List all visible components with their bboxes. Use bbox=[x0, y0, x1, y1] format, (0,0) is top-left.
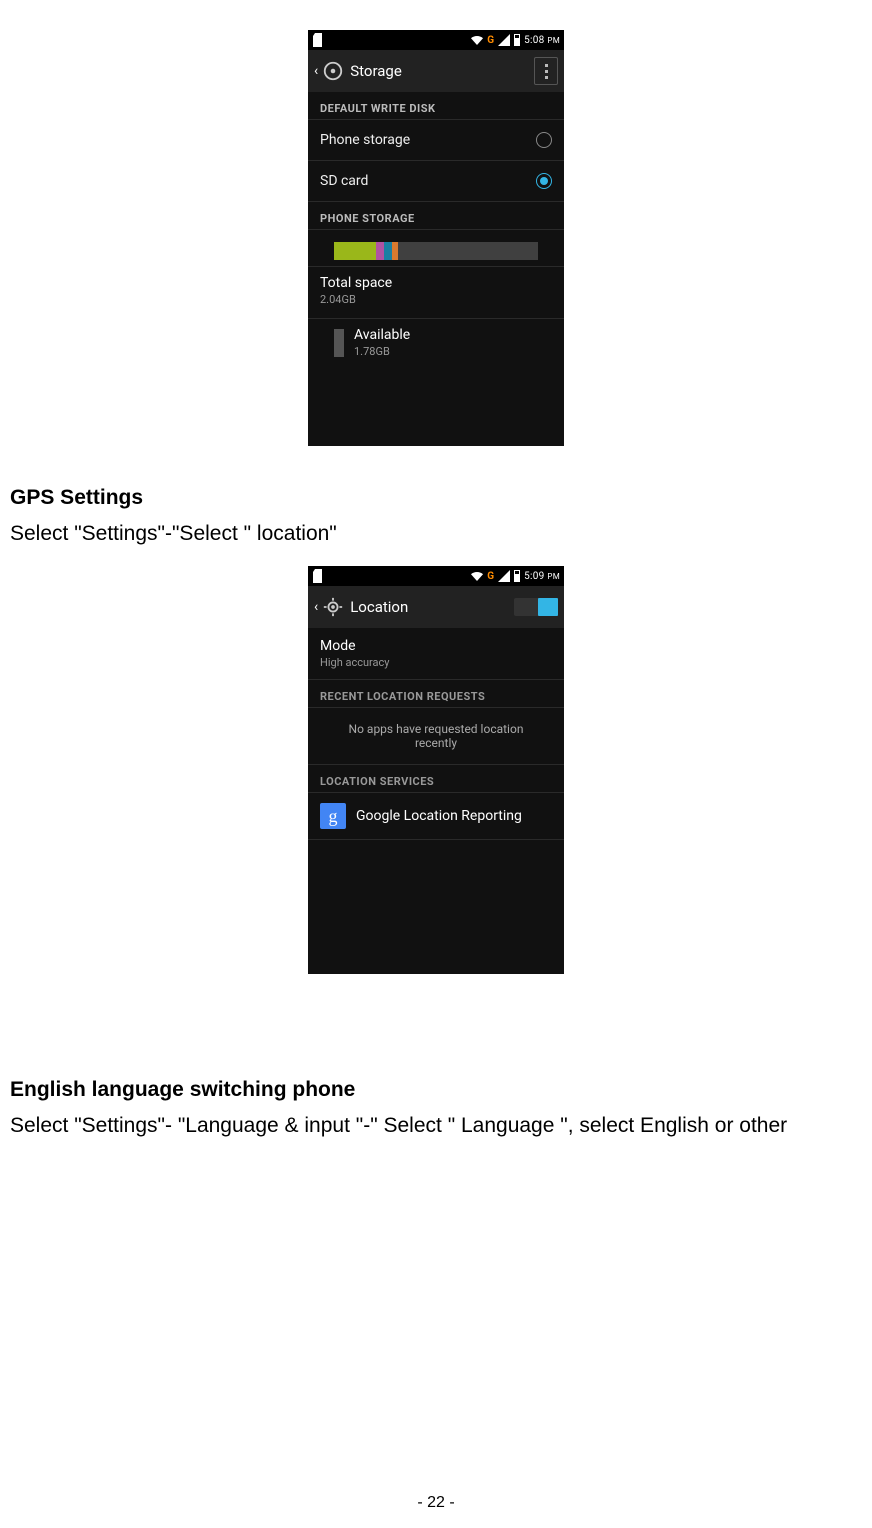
available-swatch bbox=[334, 329, 344, 357]
overflow-menu-button[interactable] bbox=[534, 57, 558, 85]
divider bbox=[308, 839, 564, 840]
storage-icon bbox=[322, 60, 344, 82]
network-type: G bbox=[487, 35, 494, 46]
available-value: 1.78GB bbox=[354, 345, 410, 358]
option-sd-card[interactable]: SD card bbox=[308, 161, 564, 201]
heading-gps-settings: GPS Settings bbox=[10, 486, 862, 510]
storage-segment bbox=[384, 242, 392, 260]
screenshot-location: G 5:09 PM ‹ Location Mode High accuracy bbox=[308, 566, 564, 974]
location-icon bbox=[322, 596, 344, 618]
wifi-icon bbox=[471, 35, 483, 45]
sd-card-icon bbox=[312, 35, 324, 45]
google-icon: g bbox=[320, 803, 346, 829]
option-label: SD card bbox=[320, 173, 368, 189]
status-bar: G 5:08 PM bbox=[308, 30, 564, 50]
paragraph-language: Select "Settings"- "Language & input "-"… bbox=[10, 1112, 862, 1140]
google-location-reporting-row[interactable]: g Google Location Reporting bbox=[308, 793, 564, 839]
no-apps-text: No apps have requested location recently bbox=[308, 708, 564, 764]
status-time: 5:08 PM bbox=[524, 35, 560, 46]
total-space-row[interactable]: Total space 2.04GB bbox=[308, 267, 564, 318]
section-location-services: LOCATION SERVICES bbox=[308, 765, 564, 792]
heading-language: English language switching phone bbox=[10, 1078, 862, 1102]
option-label: Phone storage bbox=[320, 132, 410, 148]
back-icon[interactable]: ‹ bbox=[314, 63, 318, 79]
location-toggle[interactable] bbox=[514, 598, 558, 616]
wifi-icon bbox=[471, 571, 483, 581]
storage-usage-bar bbox=[308, 230, 564, 266]
page-number: - 22 - bbox=[0, 1494, 872, 1512]
mode-label: Mode bbox=[320, 638, 552, 654]
section-phone-storage: PHONE STORAGE bbox=[308, 202, 564, 229]
screenshot-storage-wrap: G 5:08 PM ‹ Storage DEFAULT WRITE DISK bbox=[10, 30, 862, 446]
radio-unselected-icon bbox=[536, 132, 552, 148]
mode-value: High accuracy bbox=[320, 656, 552, 669]
action-bar: ‹ Location bbox=[308, 586, 564, 628]
storage-segment bbox=[334, 242, 376, 260]
cell-signal-icon bbox=[498, 35, 510, 45]
screenshot-storage: G 5:08 PM ‹ Storage DEFAULT WRITE DISK bbox=[308, 30, 564, 446]
section-default-write: DEFAULT WRITE DISK bbox=[308, 92, 564, 119]
storage-segment bbox=[376, 242, 384, 260]
screenshot-location-wrap: G 5:09 PM ‹ Location Mode High accuracy bbox=[10, 566, 862, 974]
storage-segment bbox=[392, 242, 398, 260]
google-item-label: Google Location Reporting bbox=[356, 808, 522, 824]
mode-row[interactable]: Mode High accuracy bbox=[308, 628, 564, 679]
action-bar: ‹ Storage bbox=[308, 50, 564, 92]
radio-selected-icon bbox=[536, 173, 552, 189]
status-bar: G 5:09 PM bbox=[308, 566, 564, 586]
option-phone-storage[interactable]: Phone storage bbox=[308, 120, 564, 160]
actionbar-title: Storage bbox=[350, 62, 402, 80]
battery-icon bbox=[514, 34, 520, 46]
page-content: G 5:08 PM ‹ Storage DEFAULT WRITE DISK bbox=[10, 30, 862, 1141]
back-icon[interactable]: ‹ bbox=[314, 599, 318, 615]
sd-card-icon bbox=[312, 571, 324, 581]
status-time: 5:09 PM bbox=[524, 571, 560, 582]
cell-signal-icon bbox=[498, 571, 510, 581]
available-label: Available bbox=[354, 327, 410, 343]
network-type: G bbox=[487, 571, 494, 582]
total-label: Total space bbox=[320, 275, 552, 291]
total-value: 2.04GB bbox=[320, 293, 552, 306]
battery-icon bbox=[514, 570, 520, 582]
paragraph-gps: Select "Settings"-"Select " location" bbox=[10, 520, 862, 548]
section-recent-requests: RECENT LOCATION REQUESTS bbox=[308, 680, 564, 707]
actionbar-title: Location bbox=[350, 598, 408, 616]
available-row[interactable]: Available 1.78GB bbox=[308, 319, 564, 370]
